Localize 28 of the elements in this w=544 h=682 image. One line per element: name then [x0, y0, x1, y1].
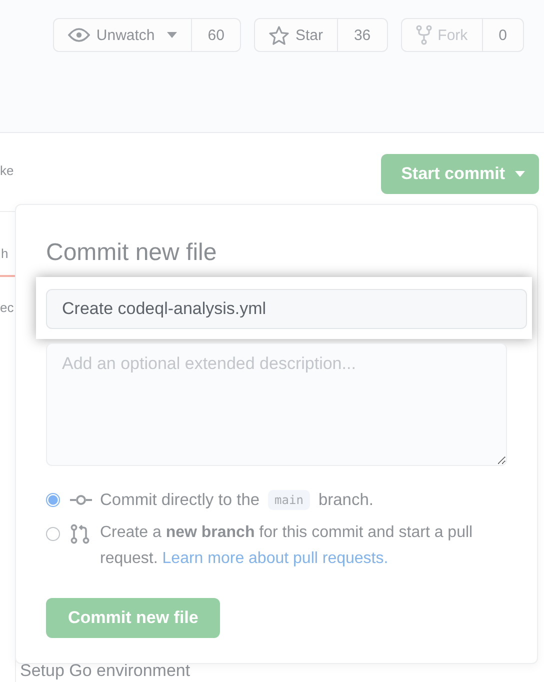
count-label: 36 — [352, 26, 372, 46]
count-label: 60 — [206, 26, 226, 46]
cut-text: h — [1, 246, 8, 261]
description-field[interactable]: Add an optional extended description... — [46, 343, 507, 466]
eye-icon — [68, 27, 90, 43]
radio-button[interactable] — [46, 527, 60, 541]
summary-field[interactable]: Create codeql-analysis.yml — [46, 289, 527, 329]
pull-request-icon — [70, 524, 90, 544]
star-button[interactable]: Star — [255, 19, 338, 51]
fork-icon — [416, 25, 432, 45]
start-commit-button[interactable]: Start commit — [381, 154, 539, 194]
caret-icon — [166, 32, 177, 38]
option-text: branch. — [318, 490, 374, 510]
list-item-text: Setup Go environment — [20, 661, 190, 681]
learn-more-link[interactable]: Learn more about pull requests. — [162, 550, 388, 567]
radio-button[interactable] — [46, 493, 60, 507]
cut-text: ke — [0, 163, 14, 178]
option-text: Create a new branch for this commit and start a pull request. Learn more about pull requests. — [100, 523, 474, 569]
option-text: Commit directly to the — [100, 490, 260, 510]
cut-text: ec — [0, 300, 14, 315]
star-icon — [269, 26, 290, 44]
watch-button[interactable]: Unwatch — [54, 19, 192, 51]
commit-icon — [70, 495, 92, 505]
caret-icon — [515, 171, 525, 177]
popover-title: Commit new file — [46, 239, 218, 267]
count-label: 0 — [498, 26, 508, 46]
branch-name: main — [268, 490, 310, 510]
commit-button[interactable]: Commit new file — [46, 598, 220, 638]
